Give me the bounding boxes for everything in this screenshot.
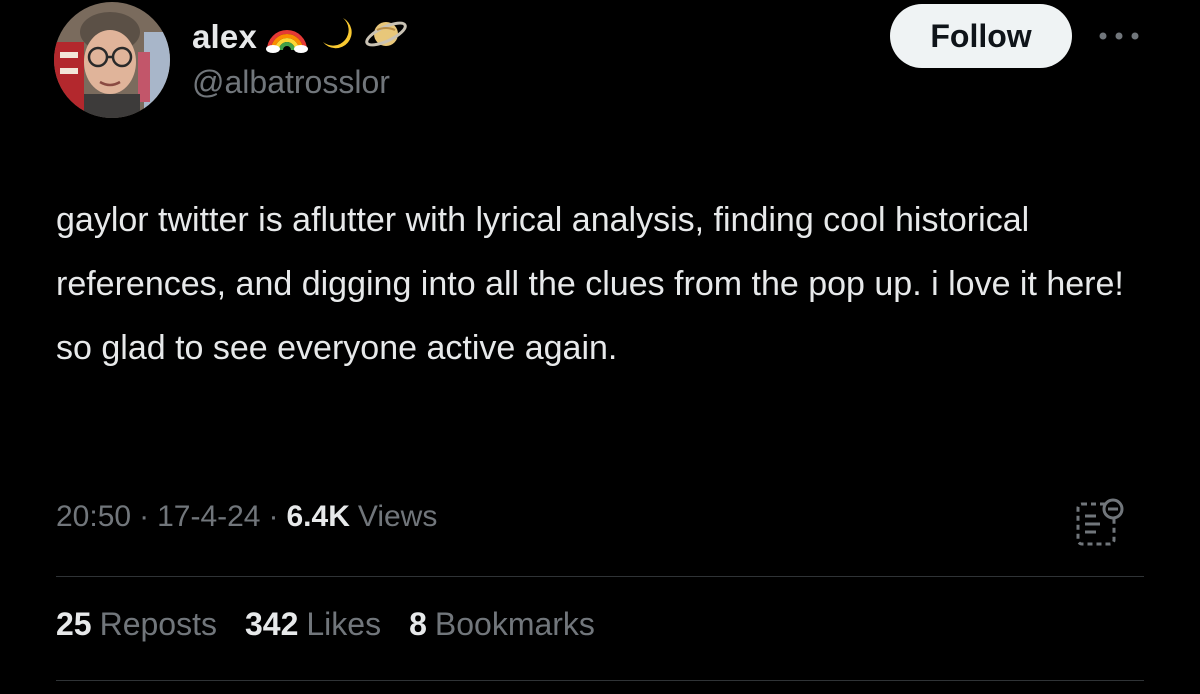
reposts-count: 25 bbox=[56, 606, 92, 642]
likes-label: Likes bbox=[306, 606, 382, 642]
views-count: 6.4K bbox=[286, 500, 350, 533]
more-options-icon[interactable] bbox=[1096, 28, 1142, 44]
views-label: Views bbox=[357, 500, 438, 533]
crescent-moon-emoji bbox=[317, 14, 355, 59]
display-name[interactable]: alex bbox=[192, 18, 257, 56]
likes-stat[interactable]: 342 Likes bbox=[245, 606, 381, 643]
divider bbox=[56, 576, 1144, 577]
bookmarks-count: 8 bbox=[409, 606, 427, 642]
tweet-meta: 20:50 · 17-4-24 · 6.4K Views bbox=[56, 500, 437, 534]
reposts-label: Reposts bbox=[99, 606, 217, 642]
reposts-stat[interactable]: 25 Reposts bbox=[56, 606, 217, 643]
user-handle[interactable]: @albatrosslor bbox=[192, 64, 390, 101]
post-analytics-icon[interactable] bbox=[1074, 496, 1126, 548]
bookmarks-label: Bookmarks bbox=[434, 606, 595, 642]
ringed-planet-emoji bbox=[363, 12, 409, 61]
divider bbox=[56, 680, 1144, 681]
meta-separator: · bbox=[139, 500, 150, 533]
user-name-row[interactable]: alex bbox=[192, 12, 409, 61]
tweet-text: gaylor twitter is aflutter with lyrical … bbox=[56, 201, 1124, 367]
avatar-image bbox=[54, 2, 170, 118]
meta-separator: · bbox=[268, 500, 279, 533]
tweet-time[interactable]: 20:50 bbox=[56, 500, 131, 534]
bookmarks-stat[interactable]: 8 Bookmarks bbox=[409, 606, 595, 643]
tweet-stats: 25 Reposts 342 Likes 8 Bookmarks bbox=[56, 606, 623, 643]
tweet-date[interactable]: 17-4-24 bbox=[157, 500, 260, 534]
avatar[interactable] bbox=[54, 2, 170, 118]
follow-button[interactable]: Follow bbox=[890, 4, 1072, 68]
rainbow-emoji bbox=[265, 14, 309, 59]
likes-count: 342 bbox=[244, 606, 299, 642]
